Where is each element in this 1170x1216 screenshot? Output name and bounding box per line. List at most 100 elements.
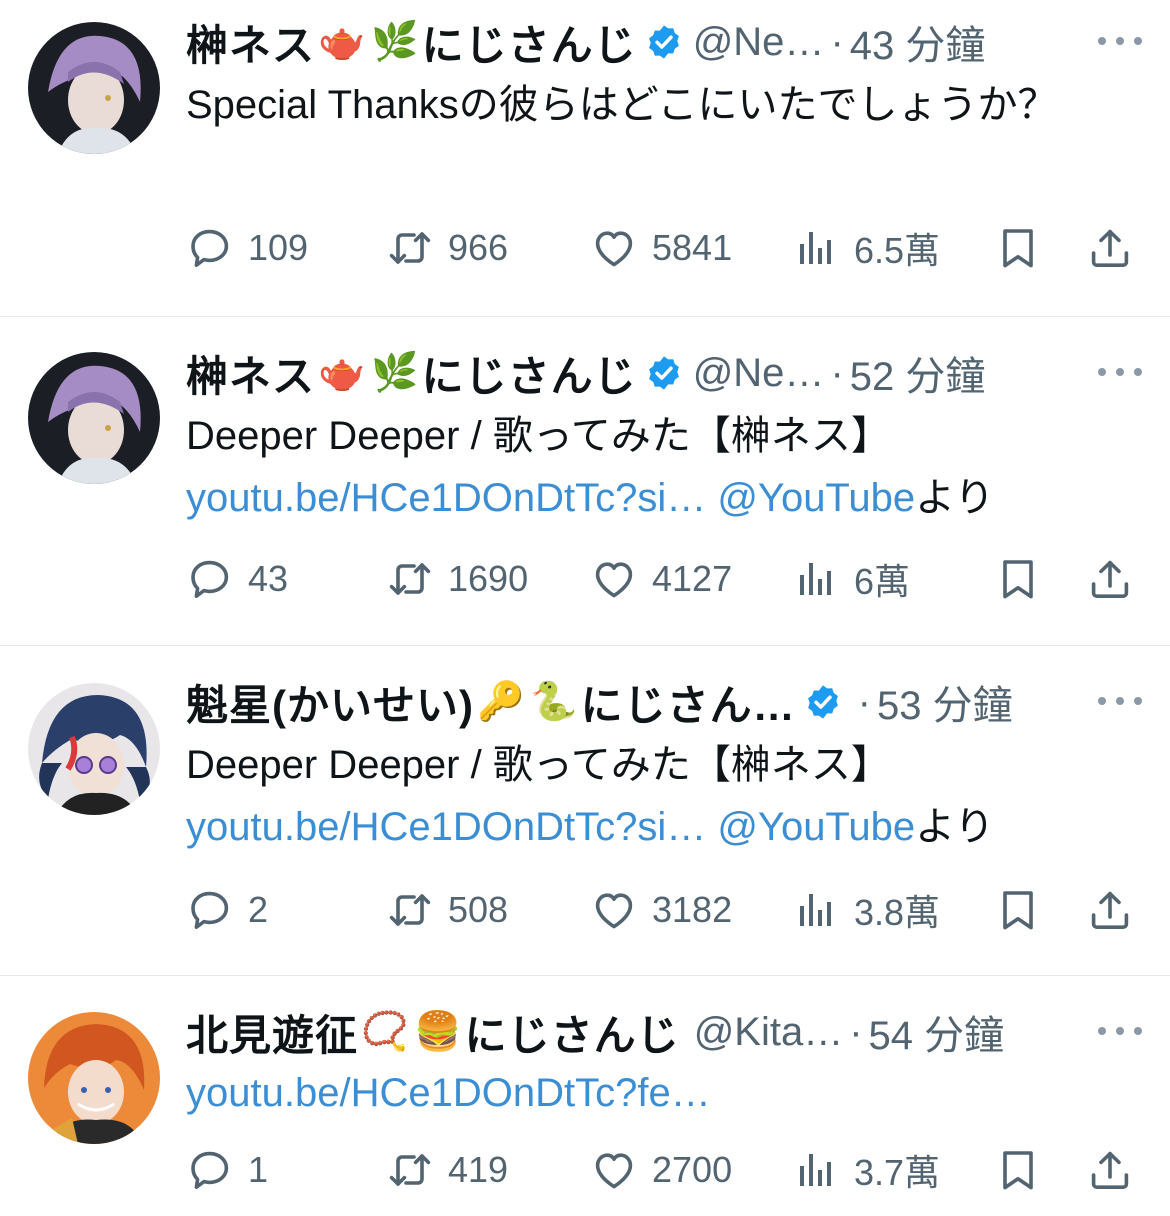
- avatar[interactable]: [28, 683, 160, 815]
- retweet-count: 966: [448, 227, 509, 268]
- reply-count: 43: [248, 558, 289, 599]
- share-icon: [1086, 1146, 1134, 1194]
- more-icon[interactable]: [1098, 357, 1142, 387]
- view-count: 6.5萬: [854, 230, 941, 271]
- views-icon: [792, 886, 840, 934]
- view-count: 3.8萬: [854, 892, 941, 933]
- like-count: 2700: [652, 1149, 733, 1190]
- like-icon: [590, 1146, 638, 1194]
- reply-icon: [186, 555, 234, 603]
- reply-button[interactable]: 2: [186, 880, 268, 940]
- views-icon: [792, 1146, 840, 1194]
- bookmark-button[interactable]: [994, 1140, 1042, 1200]
- tweet-text: Deeper Deeper / 歌ってみた【榊ネス】 youtu.be/HCe1…: [186, 734, 1106, 858]
- more-icon[interactable]: [1098, 26, 1142, 56]
- reply-count: 2: [248, 889, 269, 930]
- reply-button[interactable]: 1: [186, 1140, 268, 1200]
- retweet-count: 508: [448, 889, 509, 930]
- like-icon: [590, 555, 638, 603]
- share-icon: [1086, 224, 1134, 272]
- name-emoji-teapot: 🫖: [318, 21, 366, 63]
- tweet[interactable]: 榊ネス 🫖 🌿 にじさんじ @Ne… · 52 分鐘 Deeper Deeper…: [0, 317, 1170, 645]
- tweet-link[interactable]: youtu.be/HCe1DOnDtTc?si… @YouTube: [186, 805, 915, 849]
- tweet-text: Deeper Deeper / 歌ってみた【榊ネス】 youtu.be/HCe1…: [186, 405, 1106, 529]
- views-button[interactable]: 6萬: [792, 549, 910, 609]
- avatar[interactable]: [28, 352, 160, 484]
- bookmark-button[interactable]: [994, 880, 1042, 940]
- action-bar: 43 1690 4127 6萬: [186, 549, 1146, 609]
- share-button[interactable]: [1086, 880, 1134, 940]
- separator: ·: [830, 19, 844, 64]
- tweet-link[interactable]: youtu.be/HCe1DOnDtTc?si… @YouTube: [186, 476, 915, 520]
- handle[interactable]: @Ne…: [693, 351, 825, 396]
- display-name-suffix[interactable]: にじさんじ: [422, 343, 637, 404]
- like-button[interactable]: 5841: [590, 218, 732, 278]
- bookmark-icon: [994, 224, 1042, 272]
- like-button[interactable]: 3182: [590, 880, 732, 940]
- name-emoji-herb: 🌿: [371, 21, 419, 63]
- reply-button[interactable]: 109: [186, 218, 308, 278]
- name-emoji-herb: 🌿: [371, 352, 419, 394]
- reply-button[interactable]: 43: [186, 549, 288, 609]
- handle[interactable]: @Ne…: [693, 20, 825, 65]
- reply-count: 109: [248, 227, 309, 268]
- more-icon[interactable]: [1098, 1016, 1142, 1046]
- share-button[interactable]: [1086, 218, 1134, 278]
- bookmark-icon: [994, 886, 1042, 934]
- retweet-icon: [386, 224, 434, 272]
- name-emoji-burger: 🍔: [414, 1011, 462, 1053]
- like-button[interactable]: 4127: [590, 549, 732, 609]
- retweet-button[interactable]: 966: [386, 218, 508, 278]
- timestamp[interactable]: 54 分鐘: [869, 1003, 1005, 1061]
- avatar[interactable]: [28, 1012, 160, 1144]
- display-name-suffix[interactable]: にじさんじ: [465, 1002, 680, 1063]
- tweet-text: Special Thanksの彼らはどこにいたでしょうか？: [186, 83, 1058, 127]
- name-emoji-snake: 🐍: [530, 681, 578, 723]
- timestamp[interactable]: 43 分鐘: [850, 13, 986, 71]
- action-bar: 109 966 5841 6.5萬: [186, 218, 1146, 278]
- reply-icon: [186, 886, 234, 934]
- views-icon: [792, 224, 840, 272]
- timestamp[interactable]: 53 分鐘: [877, 673, 1013, 731]
- name-emoji-key: 🔑: [476, 681, 525, 723]
- views-button[interactable]: 3.8萬: [792, 880, 940, 940]
- retweet-icon: [386, 886, 434, 934]
- display-name[interactable]: 榊ネス: [186, 343, 315, 404]
- name-emoji-beads: 📿: [361, 1011, 409, 1053]
- display-name[interactable]: 北見遊征: [186, 1002, 358, 1063]
- bookmark-button[interactable]: [994, 218, 1042, 278]
- display-name[interactable]: 魁星(かいせい): [186, 672, 474, 733]
- more-icon[interactable]: [1098, 686, 1142, 716]
- tweet-link[interactable]: youtu.be/HCe1DOnDtTc?fe…: [186, 1071, 711, 1115]
- tweet[interactable]: 魁星(かいせい) 🔑 🐍 にじさん… · 53 分鐘 Deeper Deeper…: [0, 646, 1170, 974]
- handle[interactable]: @Kita…: [694, 1010, 844, 1055]
- share-button[interactable]: [1086, 1140, 1134, 1200]
- timestamp[interactable]: 52 分鐘: [850, 344, 986, 402]
- views-button[interactable]: 6.5萬: [792, 218, 940, 278]
- like-count: 4127: [652, 558, 733, 599]
- retweet-count: 1690: [448, 558, 529, 599]
- retweet-button[interactable]: 508: [386, 880, 508, 940]
- display-name-suffix[interactable]: にじさんじ: [422, 12, 637, 73]
- verified-badge-icon: [645, 23, 683, 61]
- share-icon: [1086, 555, 1134, 603]
- retweet-button[interactable]: 1690: [386, 549, 528, 609]
- bookmark-button[interactable]: [994, 549, 1042, 609]
- retweet-button[interactable]: 419: [386, 1140, 508, 1200]
- share-button[interactable]: [1086, 549, 1134, 609]
- tweet[interactable]: 北見遊征 📿 🍔 にじさんじ @Kita… · 54 分鐘 youtu.be/H…: [0, 976, 1170, 1216]
- verified-badge-icon: [645, 354, 683, 392]
- avatar[interactable]: [28, 22, 160, 154]
- action-bar: 2 508 3182 3.8萬: [186, 880, 1146, 940]
- retweet-icon: [386, 1146, 434, 1194]
- retweet-count: 419: [448, 1149, 509, 1190]
- display-name-suffix[interactable]: にじさん…: [581, 672, 796, 733]
- views-icon: [792, 555, 840, 603]
- like-count: 3182: [652, 889, 733, 930]
- like-button[interactable]: 2700: [590, 1140, 732, 1200]
- tweet-title: Deeper Deeper / 歌ってみた【榊ネス】: [186, 743, 891, 787]
- separator: ·: [857, 679, 871, 724]
- views-button[interactable]: 3.7萬: [792, 1140, 940, 1200]
- display-name[interactable]: 榊ネス: [186, 12, 315, 73]
- tweet[interactable]: 榊ネス 🫖 🌿 にじさんじ @Ne… · 43 分鐘 Special Thank…: [0, 0, 1170, 316]
